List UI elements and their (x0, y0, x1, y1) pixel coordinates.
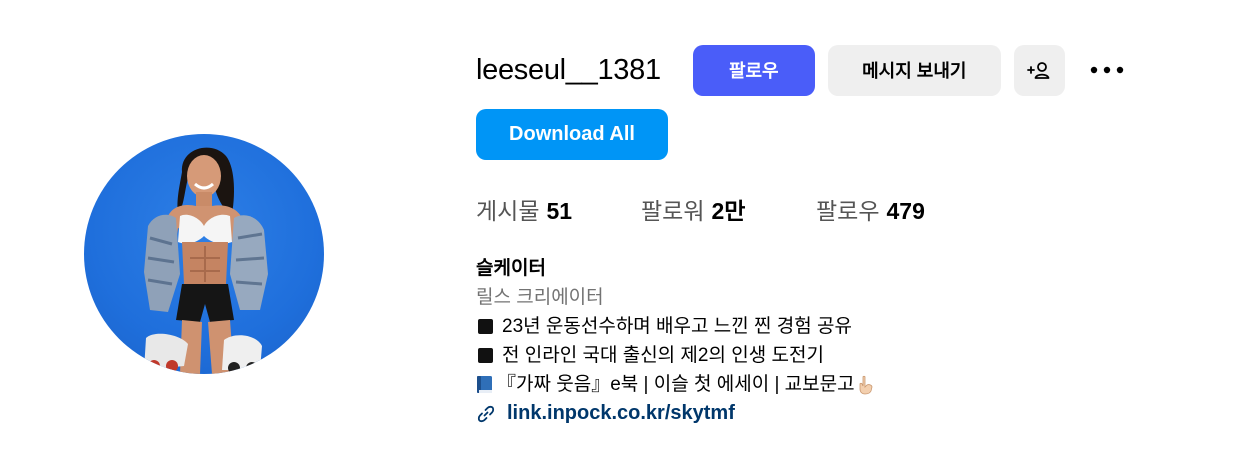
profile-stats: 게시물 51 팔로워 2만 팔로우 479 (476, 193, 925, 225)
link-icon (477, 405, 495, 422)
following-value: 479 (886, 198, 925, 224)
bio-line-2-text: 전 인라인 국대 출신의 제2의 인생 도전기 (502, 345, 824, 366)
bio-line-1-text: 23년 운동선수하며 배우고 느낀 찐 경험 공유 (502, 316, 852, 337)
profile-header: leeseul__1381 팔로우 메시지 보내기 (476, 44, 1127, 96)
bio-line-1: 23년 운동선수하며 배우고 느낀 찐 경험 공유 (476, 312, 1176, 341)
following-label: 팔로우 (816, 198, 880, 224)
bio-display-name: 슬케이터 (476, 258, 546, 279)
bio-link[interactable]: link.inpock.co.kr/skytmf (476, 399, 1176, 428)
bio-link-text[interactable]: link.inpock.co.kr/skytmf (507, 399, 735, 428)
profile-username: leeseul__1381 (476, 53, 661, 86)
following-count[interactable]: 팔로우 479 (816, 192, 925, 226)
more-options-button[interactable] (1087, 50, 1127, 90)
followers-label: 팔로워 (641, 198, 705, 224)
more-options-icon (1090, 66, 1123, 74)
posts-count: 게시물 51 (476, 192, 641, 226)
followers-value: 2만 (711, 198, 746, 224)
black-square-icon (478, 348, 493, 363)
pointing-down-hand-icon (859, 375, 872, 394)
bio-line-2: 전 인라인 국대 출신의 제2의 인생 도전기 (476, 341, 1176, 370)
suggested-accounts-button[interactable] (1013, 44, 1065, 96)
bio-category: 릴스 크리에이터 (476, 287, 604, 308)
followers-count[interactable]: 팔로워 2만 (641, 192, 816, 226)
black-square-icon (478, 319, 493, 334)
bio-line-3-text: 『가짜 웃음』e북 | 이슬 첫 에세이 | 교보문고 (497, 374, 855, 395)
bio-line-3: 『가짜 웃음』e북 | 이슬 첫 에세이 | 교보문고 (476, 370, 1176, 399)
profile-avatar[interactable] (84, 134, 324, 374)
send-message-button[interactable]: 메시지 보내기 (827, 44, 1001, 96)
posts-label: 게시물 (476, 198, 540, 224)
profile-bio: 슬케이터 릴스 크리에이터 23년 운동선수하며 배우고 느낀 찐 경험 공유 … (476, 254, 1176, 428)
posts-value: 51 (546, 198, 573, 224)
blue-book-icon (477, 376, 492, 393)
follow-button[interactable]: 팔로우 (692, 44, 815, 96)
avatar-photo (144, 147, 268, 374)
add-person-icon (1027, 62, 1050, 79)
download-all-button[interactable]: Download All (476, 109, 668, 160)
